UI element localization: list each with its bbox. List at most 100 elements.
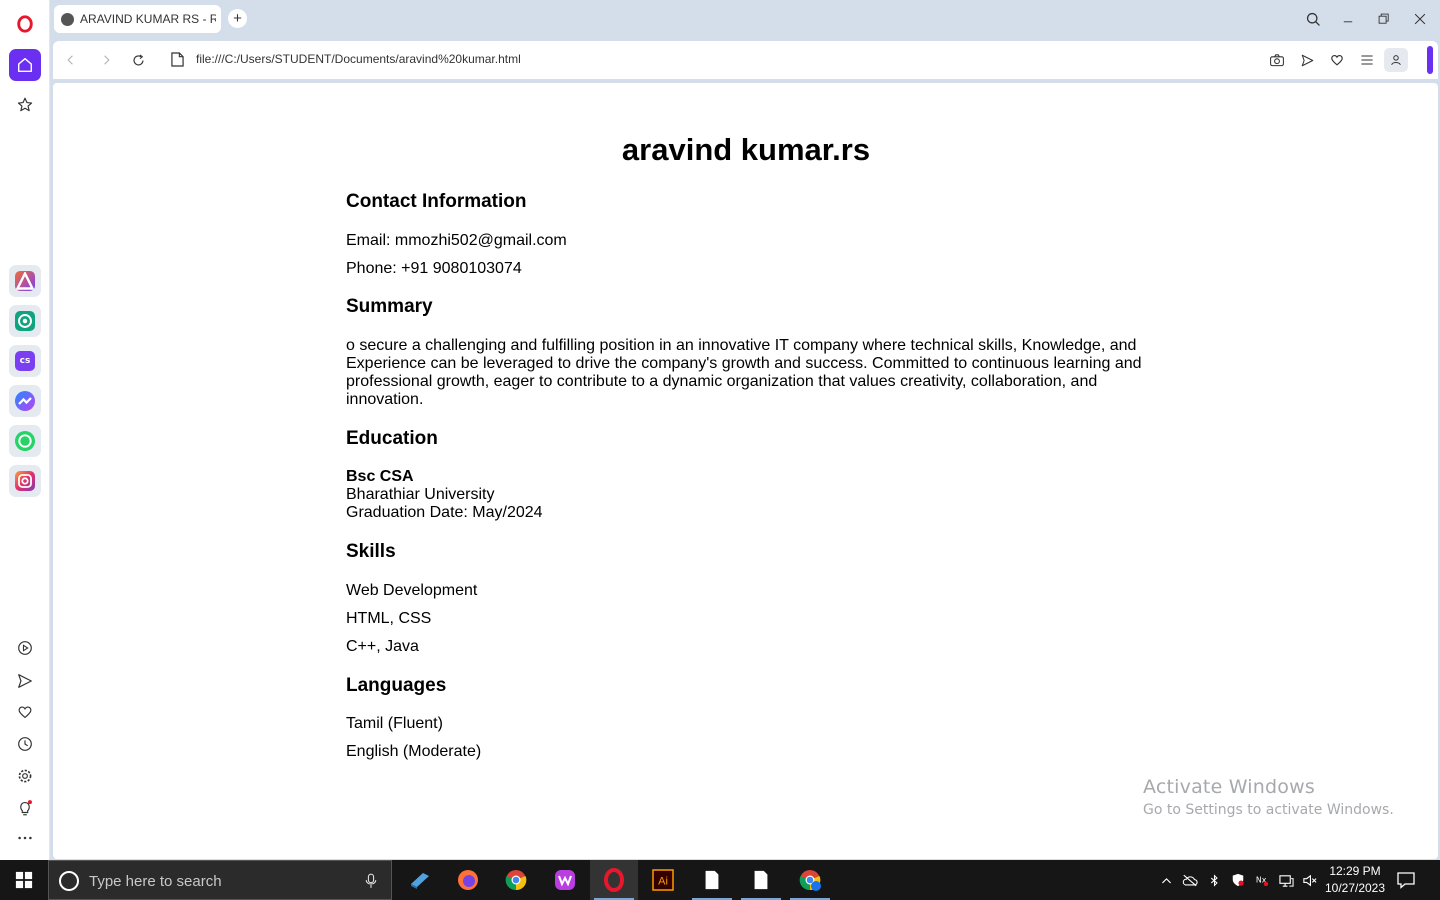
show-hidden-icons-button[interactable] xyxy=(1158,872,1174,888)
taskbar-chrome-profile[interactable] xyxy=(786,860,834,900)
microphone-icon[interactable] xyxy=(365,873,377,889)
speaker-muted-icon xyxy=(1302,874,1316,886)
player-button[interactable] xyxy=(9,632,41,664)
cloud-icon xyxy=(1182,874,1198,886)
security-tray[interactable] xyxy=(1230,872,1246,888)
summary-text: o secure a challenging and fulfilling po… xyxy=(346,337,1142,408)
taskbar-chrome[interactable] xyxy=(492,860,540,900)
network-tray[interactable] xyxy=(1278,872,1294,888)
add-favorite-button[interactable] xyxy=(1327,50,1347,70)
windows-logo-icon xyxy=(15,871,33,889)
tab-resume[interactable]: ARAVIND KUMAR RS - Re xyxy=(54,5,221,33)
profile-button[interactable] xyxy=(1384,48,1408,72)
restore-button[interactable] xyxy=(1374,9,1394,29)
tips-button[interactable] xyxy=(9,792,41,824)
skill-item: C++, Java xyxy=(346,638,419,655)
chevron-up-icon xyxy=(1161,877,1171,883)
start-button[interactable] xyxy=(0,860,48,900)
chrome-icon xyxy=(799,870,821,891)
monitor-icon xyxy=(1278,874,1294,887)
home-button[interactable] xyxy=(9,49,41,81)
languages-heading: Languages xyxy=(346,675,447,696)
chatgpt-app-button[interactable] xyxy=(9,305,41,337)
new-tab-button[interactable]: + xyxy=(228,9,247,28)
minimize-button[interactable] xyxy=(1338,9,1358,29)
close-icon xyxy=(1414,13,1426,25)
user-icon xyxy=(1391,55,1401,66)
easy-setup-button[interactable] xyxy=(1357,50,1377,70)
graduation-text: Graduation Date: May/2024 xyxy=(346,504,543,521)
taskbar-opera[interactable] xyxy=(590,860,638,900)
wps-icon xyxy=(555,870,575,890)
instagram-app-button[interactable] xyxy=(9,465,41,497)
university-text: Bharathiar University xyxy=(346,486,495,503)
taskbar-document-1[interactable] xyxy=(688,860,736,900)
watermark-title: Activate Windows xyxy=(1143,776,1315,798)
taskbar-illustrator[interactable]: Ai xyxy=(639,860,687,900)
snapshot-button[interactable] xyxy=(1267,50,1287,70)
address-bar-url[interactable]: file:///C:/Users/STUDENT/Documents/aravi… xyxy=(196,52,521,66)
back-button[interactable] xyxy=(61,50,81,70)
taskbar-clock[interactable]: 12:29 PM 10/27/2023 xyxy=(1318,863,1392,897)
education-heading: Education xyxy=(346,428,438,449)
send-icon xyxy=(18,674,32,688)
document-icon xyxy=(754,870,768,890)
search-tabs-button[interactable] xyxy=(1303,9,1323,29)
messenger-app-button[interactable] xyxy=(9,385,41,417)
resume-name: aravind kumar.rs xyxy=(621,132,871,167)
close-window-button[interactable] xyxy=(1410,9,1430,29)
language-item: English (Moderate) xyxy=(346,743,482,760)
taskbar-search[interactable]: Type here to search xyxy=(48,860,392,900)
whatsapp-app-button[interactable] xyxy=(9,425,41,457)
document-icon xyxy=(705,870,719,890)
chatsonic-app-button[interactable]: cs xyxy=(9,345,41,377)
history-button[interactable] xyxy=(9,728,41,760)
address-toolbar: file:///C:/Users/STUDENT/Documents/aravi… xyxy=(53,41,1438,79)
network-tool-icon: Nx xyxy=(1256,876,1269,887)
reload-button[interactable] xyxy=(128,50,148,70)
contact-heading: Contact Information xyxy=(346,191,527,212)
home-icon xyxy=(17,57,33,73)
more-button[interactable] xyxy=(9,822,41,854)
clock-icon xyxy=(18,737,32,751)
clock-date: 10/27/2023 xyxy=(1324,881,1386,895)
share-button[interactable] xyxy=(1297,50,1317,70)
volume-tray[interactable] xyxy=(1301,872,1317,888)
phone-text: Phone: +91 9080103074 xyxy=(346,260,522,277)
restore-icon xyxy=(1378,13,1389,24)
notifications-button[interactable] xyxy=(1396,870,1416,895)
taskbar-firefox[interactable] xyxy=(444,860,492,900)
illustrator-icon: Ai xyxy=(652,869,674,891)
clock-time: 12:29 PM xyxy=(1329,864,1381,878)
summary-heading: Summary xyxy=(346,296,433,317)
camera-icon xyxy=(1270,54,1284,67)
aria-app-button[interactable] xyxy=(9,265,41,297)
lightbulb-icon xyxy=(20,800,32,816)
laptop-icon xyxy=(411,873,429,889)
favorites-button[interactable] xyxy=(9,696,41,728)
chatsonic-icon: cs xyxy=(15,351,35,371)
opera-logo-icon[interactable] xyxy=(9,8,41,40)
send-button[interactable] xyxy=(9,665,41,697)
chatgpt-icon xyxy=(15,311,35,331)
opera-sidebar: cs xyxy=(0,0,50,860)
globe-icon xyxy=(61,12,74,26)
forward-button[interactable] xyxy=(96,50,116,70)
aria-icon xyxy=(15,271,35,291)
nvidia-tray[interactable]: Nx xyxy=(1254,872,1270,888)
notification-icon xyxy=(1397,872,1415,889)
gear-icon xyxy=(18,769,32,783)
search-circle-icon xyxy=(59,871,79,891)
taskbar-wps[interactable] xyxy=(541,860,589,900)
minimize-icon xyxy=(1343,21,1353,23)
bluetooth-icon xyxy=(1210,873,1218,887)
heart-icon xyxy=(1331,55,1343,66)
taskbar-document-2[interactable] xyxy=(737,860,785,900)
bluetooth-tray[interactable] xyxy=(1206,872,1222,888)
instagram-icon xyxy=(15,471,35,491)
shield-icon xyxy=(1232,873,1244,887)
bookmarks-button[interactable] xyxy=(9,89,41,121)
onedrive-tray[interactable] xyxy=(1182,872,1198,888)
settings-button[interactable] xyxy=(9,760,41,792)
taskbar-file-explorer[interactable] xyxy=(396,860,444,900)
